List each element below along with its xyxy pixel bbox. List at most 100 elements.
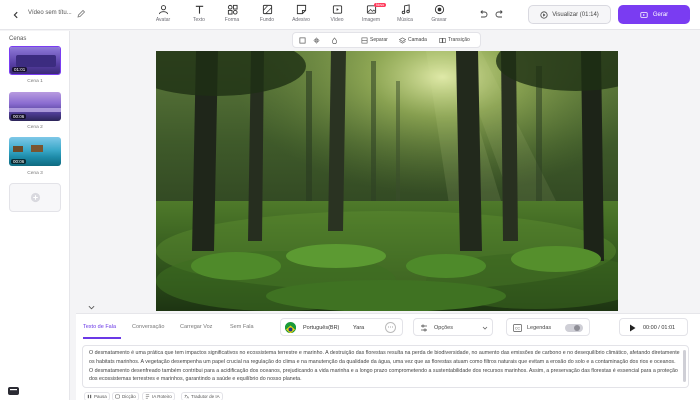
transition-icon [439, 37, 446, 43]
transition-label: Transição [448, 37, 470, 43]
tool-text[interactable]: Texto [182, 4, 216, 26]
subtitles-toggle[interactable] [565, 324, 583, 332]
scene-thumbnail-1[interactable]: 01:01 [9, 46, 61, 75]
tool-sticker[interactable]: Adesivo [284, 4, 318, 26]
scrollbar[interactable] [683, 350, 686, 382]
film-icon [640, 11, 648, 18]
sticker-icon [296, 4, 306, 15]
new-badge: Novo [374, 3, 387, 7]
chip-label: Dicção [122, 394, 136, 399]
scene-thumb-image [9, 108, 61, 112]
forest-image [156, 51, 618, 311]
ai-script-chip[interactable]: IA Roteiro [142, 392, 175, 400]
script-panel: Texto de Fala Conversação Carregar Voz S… [76, 313, 700, 400]
tool-label: Fundo [259, 17, 275, 23]
tool-music[interactable]: Música [388, 4, 422, 26]
subtitles-label: Legendas [527, 325, 552, 331]
collapse-panel-button[interactable] [84, 303, 98, 312]
text-icon [195, 5, 203, 14]
separate-icon [361, 37, 368, 43]
avatar-icon [158, 5, 168, 15]
top-bar: Vídeo sem títu... Avatar Texto Forma Fun… [0, 0, 700, 30]
plus-circle-icon [30, 192, 40, 203]
tool-record[interactable]: Gravar [422, 4, 456, 26]
ai-translator-chip[interactable]: Tradutor de IA [181, 392, 223, 400]
transition-button[interactable]: Transição [439, 33, 470, 47]
scenes-title: Cenas [9, 36, 27, 42]
scene-canvas-image[interactable] [156, 51, 618, 311]
preview-label: Visualizar (01:14) [552, 11, 599, 18]
tab-upload-voice[interactable]: Carregar Voz [180, 324, 212, 330]
generate-label: Gerar [652, 11, 669, 18]
background-icon [262, 4, 272, 15]
tool-label: Avatar [155, 17, 171, 23]
subtitles-toggle-box: CC Legendas [506, 318, 590, 336]
scene-thumb-image [31, 145, 43, 152]
redo-icon[interactable] [495, 9, 505, 19]
voice-language: Português(BR) [303, 325, 340, 331]
layer-button[interactable]: Camada [399, 33, 427, 47]
undo-icon[interactable] [478, 9, 488, 19]
pause-icon [87, 394, 92, 399]
tool-video[interactable]: Vídeo [320, 4, 354, 26]
options-dropdown[interactable]: Opções [413, 318, 493, 336]
voice-selector[interactable]: Português(BR) Yara ⋯ [280, 318, 403, 336]
diction-chip[interactable]: Dicção [112, 392, 139, 400]
generate-button[interactable]: Gerar [618, 5, 690, 24]
add-scene-button[interactable] [9, 183, 61, 212]
droplet-icon [332, 36, 337, 44]
script-textarea[interactable]: O desmatamento é uma prática que tem imp… [82, 345, 689, 388]
record-icon [434, 4, 444, 15]
diction-icon [115, 394, 120, 399]
project-title[interactable]: Vídeo sem títu... [28, 10, 72, 16]
scene-duration: 00:06 [11, 114, 27, 119]
chip-label: Pausa [94, 394, 107, 399]
preview-button[interactable]: Visualizar (01:14) [528, 5, 611, 24]
scene-thumbnail-2[interactable]: 00:06 [9, 92, 61, 121]
options-label: Opções [434, 325, 453, 331]
ai-script-icon [145, 394, 150, 399]
tab-no-speech[interactable]: Sem Fala [230, 324, 254, 330]
tool-label: Gravar [431, 17, 447, 23]
fit-button[interactable] [299, 33, 306, 47]
layers-icon [399, 37, 406, 43]
back-button[interactable] [8, 7, 24, 23]
voice-name: Yara [353, 325, 365, 331]
scene-label: Cena 2 [27, 125, 43, 130]
separate-label: Separar [370, 37, 388, 43]
tool-shape[interactable]: Forma [215, 4, 249, 26]
chevron-down-icon [88, 305, 94, 310]
tool-avatar[interactable]: Avatar [146, 4, 180, 26]
separate-button[interactable]: Separar [361, 33, 388, 47]
pencil-icon[interactable] [76, 9, 86, 19]
sliders-icon [421, 324, 427, 332]
tool-image[interactable]: Novo Imagem [354, 3, 388, 26]
chip-label: IA Roteiro [152, 394, 172, 399]
tab-conversation[interactable]: Conversação [132, 324, 164, 330]
tool-label: Música [397, 17, 413, 23]
tool-background[interactable]: Fundo [250, 4, 284, 26]
tool-label: Vídeo [330, 17, 344, 23]
svg-text:CC: CC [515, 327, 521, 331]
chevron-left-icon [13, 11, 18, 19]
scene-duration: 01:01 [12, 67, 28, 72]
brazil-flag-icon [285, 322, 296, 333]
play-audio-button[interactable]: 00:00 / 01:01 [619, 318, 688, 336]
scene-label: Cena 1 [27, 79, 43, 84]
pause-chip[interactable]: Pausa [84, 392, 110, 400]
tab-speech-text[interactable]: Texto de Fala [83, 324, 116, 330]
help-chat-icon[interactable] [7, 386, 20, 397]
shapes-icon [227, 4, 238, 15]
canvas-toolbar: Separar Camada Transição [292, 32, 481, 48]
scenes-panel: Cenas 01:01 Cena 1 00:06 Cena 2 00:06 Ce… [0, 31, 70, 400]
chevron-down-icon [482, 326, 488, 330]
music-icon [401, 4, 410, 15]
more-icon[interactable]: ⋯ [385, 322, 396, 333]
play-icon [630, 324, 636, 332]
scene-thumb-image [16, 55, 56, 67]
color-button[interactable] [331, 33, 338, 47]
play-circle-icon [540, 10, 548, 19]
scene-thumbnail-3[interactable]: 00:06 [9, 137, 61, 166]
flip-button[interactable] [313, 33, 320, 47]
tool-label: Adesivo [292, 17, 310, 23]
